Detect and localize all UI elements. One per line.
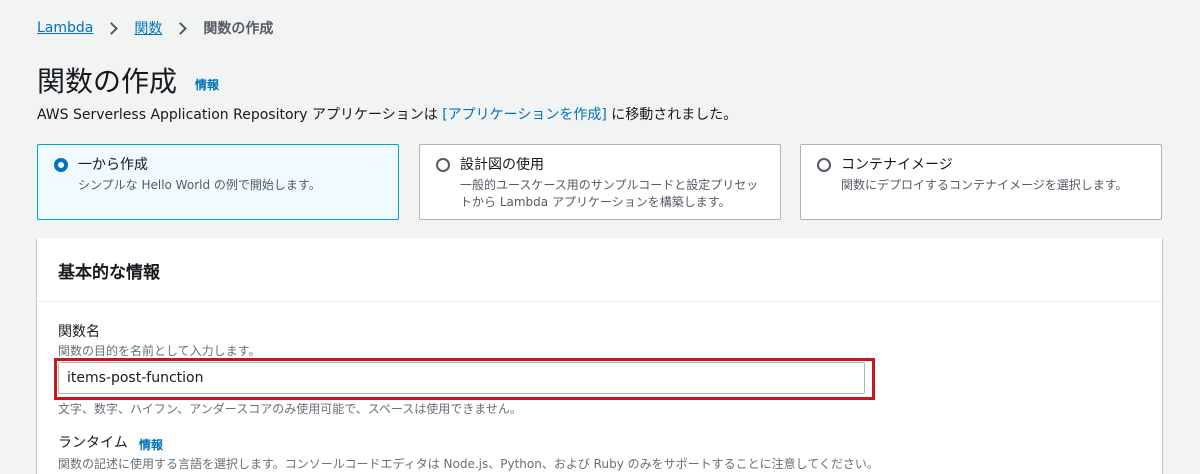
runtime-description: 関数の記述に使用する言語を選択します。コンソールコードエディタは Node.js… bbox=[58, 457, 879, 471]
panel-title: 基本的な情報 bbox=[58, 263, 160, 283]
migration-notice: AWS Serverless Application Repository アプ… bbox=[37, 104, 737, 124]
notice-prefix: AWS Serverless Application Repository アプ… bbox=[37, 107, 443, 123]
runtime-label: ランタイム bbox=[58, 435, 128, 451]
breadcrumb-functions-link[interactable]: 関数 bbox=[134, 18, 162, 38]
radio-unselected-icon[interactable] bbox=[817, 158, 831, 172]
function-name-description: 関数の目的を名前として入力します。 bbox=[58, 344, 261, 358]
runtime-info-link[interactable]: 情報 bbox=[139, 436, 163, 453]
basic-info-panel: 基本的な情報 関数名 関数の目的を名前として入力します。 文字、数字、ハイフン、… bbox=[37, 238, 1162, 474]
option-author-from-scratch[interactable]: 一から作成 シンプルな Hello World の例で開始します。 bbox=[37, 144, 399, 220]
info-link[interactable]: 情報 bbox=[195, 76, 219, 93]
function-name-constraint: 文字、数字、ハイフン、アンダースコアのみ使用可能で、スペースは使用できません。 bbox=[58, 402, 522, 416]
create-application-link[interactable]: [アプリケーションを作成] bbox=[442, 107, 607, 123]
breadcrumb: Lambda 関数 関数の作成 bbox=[37, 18, 273, 38]
option-description: 一般的ユースケース用のサンプルコードと設定プリセットから Lambda アプリケ… bbox=[460, 178, 759, 209]
option-container-image[interactable]: コンテナイメージ 関数にデプロイするコンテナイメージを選択します。 bbox=[800, 144, 1162, 220]
chevron-right-icon bbox=[105, 21, 119, 35]
breadcrumb-current: 関数の作成 bbox=[203, 21, 274, 37]
breadcrumb-lambda-link[interactable]: Lambda bbox=[37, 20, 93, 36]
option-title: コンテナイメージ bbox=[841, 157, 953, 173]
option-title: 一から作成 bbox=[78, 157, 148, 173]
option-use-blueprint[interactable]: 設計図の使用 一般的ユースケース用のサンプルコードと設定プリセットから Lamb… bbox=[419, 144, 781, 220]
page-title: 関数の作成 bbox=[37, 65, 178, 98]
radio-unselected-icon[interactable] bbox=[436, 158, 450, 172]
notice-suffix: に移動されました。 bbox=[606, 107, 738, 123]
option-title: 設計図の使用 bbox=[460, 157, 544, 173]
panel-header: 基本的な情報 bbox=[37, 238, 1162, 302]
function-name-input[interactable] bbox=[58, 362, 865, 394]
chevron-right-icon bbox=[174, 21, 188, 35]
radio-selected-icon[interactable] bbox=[54, 158, 68, 172]
option-description: 関数にデプロイするコンテナイメージを選択します。 bbox=[841, 178, 1128, 192]
function-name-label: 関数名 bbox=[58, 324, 100, 340]
option-description: シンプルな Hello World の例で開始します。 bbox=[78, 178, 321, 192]
